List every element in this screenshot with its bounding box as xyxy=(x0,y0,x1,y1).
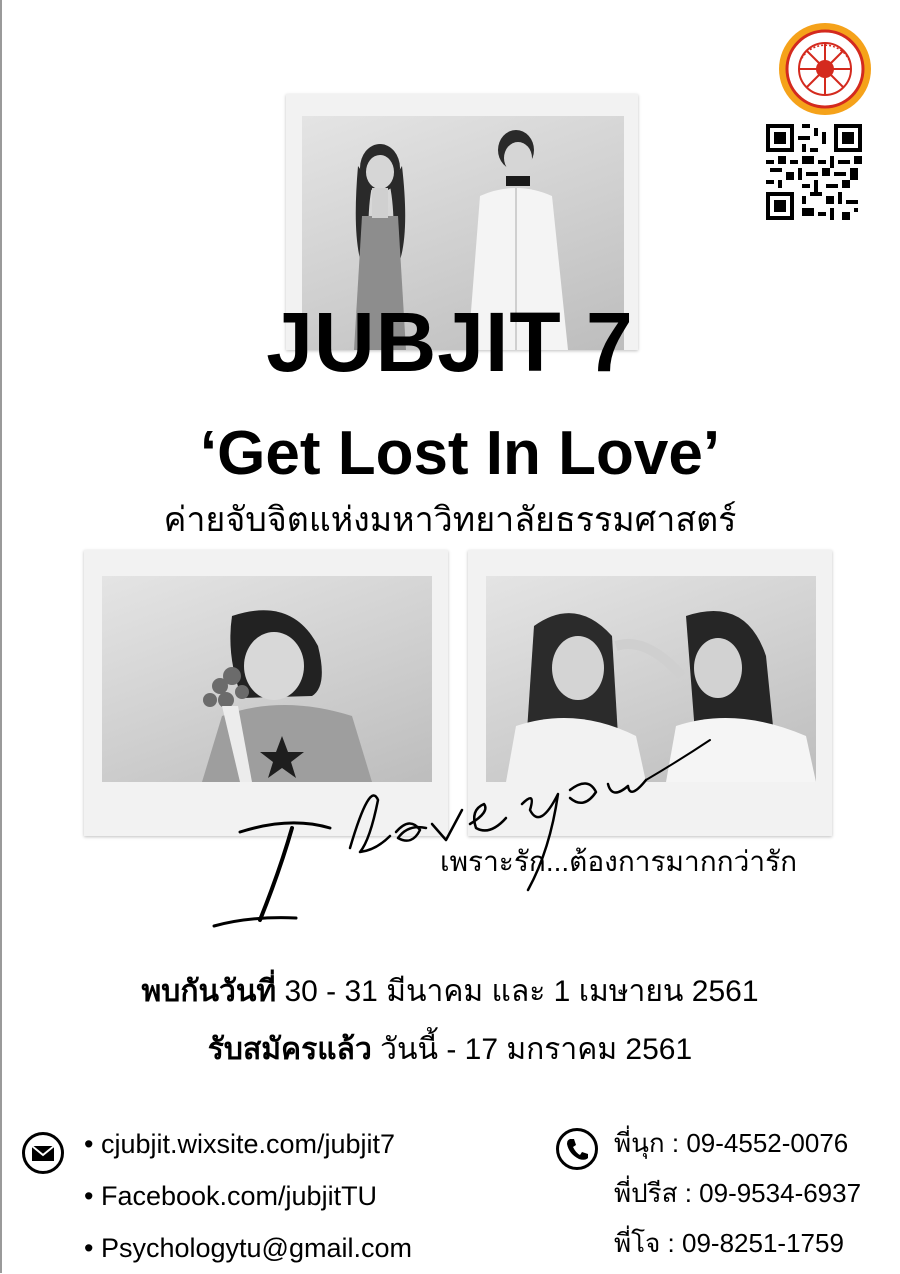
meet-dates-line: พบกันวันที่ 30 - 31 มีนาคม และ 1 เมษายน … xyxy=(0,972,900,1012)
phone-icon xyxy=(556,1128,598,1170)
email-link[interactable]: • Psychologytu@gmail.com xyxy=(84,1222,412,1274)
qr-code xyxy=(766,124,862,220)
facebook-link[interactable]: • Facebook.com/jubjitTU xyxy=(84,1170,412,1222)
poster-title: JUBJIT 7 xyxy=(266,295,634,389)
phone-contact-2[interactable]: พี่ปรีส : 09-9534-6937 xyxy=(614,1168,861,1218)
envelope-icon xyxy=(22,1132,64,1174)
poster: JUBJIT 7 ‘Get Lost In Love’ ค่ายจับจิตแห… xyxy=(0,0,900,1273)
apply-dates-line: รับสมัครแล้ว วันนี้ - 17 มกราคม 2561 xyxy=(0,1030,900,1070)
tagline: เพราะรัก...ต้องการมากกว่ารัก xyxy=(440,846,798,877)
handwritten-i-love-you xyxy=(212,739,711,928)
online-contacts: • cjubjit.wixsite.com/jubjit7 • Facebook… xyxy=(84,1118,412,1274)
website-link[interactable]: • cjubjit.wixsite.com/jubjit7 xyxy=(84,1118,412,1170)
phone-contact-3[interactable]: พี่โจ : 09-8251-1759 xyxy=(614,1218,861,1268)
apply-label: รับสมัครแล้ว xyxy=(207,1033,372,1066)
camp-name: ค่ายจับจิตแห่งมหาวิทยาลัยธรรมศาสตร์ xyxy=(163,501,737,539)
left-border xyxy=(0,0,2,1273)
meet-dates: 30 - 31 มีนาคม และ 1 เมษายน 2561 xyxy=(276,975,759,1008)
university-seal-logo xyxy=(779,23,871,115)
poster-subtitle: ‘Get Lost In Love’ xyxy=(199,419,721,488)
meet-label: พบกันวันที่ xyxy=(141,975,277,1008)
phone-contact-1[interactable]: พี่นุก : 09-4552-0076 xyxy=(614,1118,861,1168)
apply-dates: วันนี้ - 17 มกราคม 2561 xyxy=(371,1033,693,1066)
phone-contacts: พี่นุก : 09-4552-0076 พี่ปรีส : 09-9534-… xyxy=(614,1118,861,1268)
